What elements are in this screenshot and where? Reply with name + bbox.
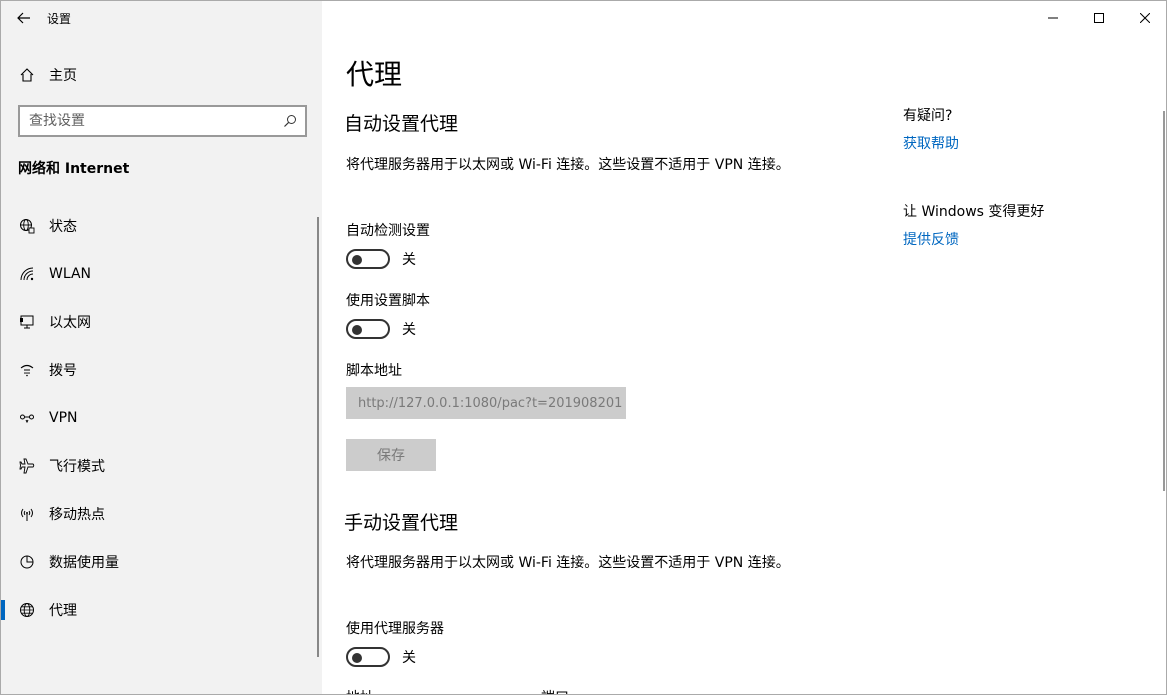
settings-window: 设置 主页 网络和 Internet 状态 [0, 0, 1167, 695]
close-button[interactable] [1122, 1, 1166, 35]
sidebar-item-label: WLAN [49, 266, 92, 282]
globe-icon [1, 602, 49, 618]
search-icon[interactable] [275, 114, 305, 128]
sidebar-item-label: 拨号 [49, 363, 77, 379]
auto-proxy-heading: 自动设置代理 [344, 113, 459, 135]
sidebar-item-airplane[interactable]: 飞行模式 [1, 442, 322, 490]
vpn-icon [1, 410, 49, 426]
toggle-knob [352, 325, 362, 335]
home-label: 主页 [49, 68, 77, 84]
sidebar-nav: 状态 WLAN 以太网 拨号 VPN 飞行模式 移动热点 数据使用量 代理 [1, 202, 322, 634]
minimize-icon [1048, 17, 1058, 19]
question-heading: 有疑问? [903, 108, 953, 124]
sidebar-item-hotspot[interactable]: 移动热点 [1, 490, 322, 538]
ethernet-icon [1, 314, 49, 330]
main-scrollbar[interactable] [1163, 111, 1165, 491]
feedback-heading: 让 Windows 变得更好 [903, 204, 1045, 220]
script-address-input[interactable] [346, 387, 626, 419]
use-proxy-toggle[interactable] [346, 647, 390, 667]
sidebar-scrollbar[interactable] [317, 217, 319, 657]
back-button[interactable] [1, 1, 47, 35]
window-title: 设置 [47, 11, 72, 26]
use-proxy-label: 使用代理服务器 [346, 621, 444, 637]
script-address-label: 脚本地址 [346, 363, 402, 379]
auto-detect-label: 自动检测设置 [346, 223, 430, 239]
sidebar-item-label: 移动热点 [49, 507, 105, 523]
sidebar-item-label: 状态 [49, 219, 77, 235]
sidebar-item-label: 飞行模式 [49, 459, 105, 475]
sidebar-item-wlan[interactable]: WLAN [1, 250, 322, 298]
sidebar-item-proxy[interactable]: 代理 [1, 586, 322, 634]
sidebar-item-label: 代理 [49, 603, 77, 619]
get-help-link[interactable]: 获取帮助 [903, 133, 959, 153]
search-box[interactable] [18, 105, 307, 137]
sidebar-section-title: 网络和 Internet [18, 161, 130, 177]
sidebar: 设置 主页 网络和 Internet 状态 [1, 1, 322, 694]
home-icon [1, 67, 49, 83]
sidebar-item-status[interactable]: 状态 [1, 202, 322, 250]
wifi-icon [1, 266, 49, 282]
minimize-button[interactable] [1030, 1, 1076, 35]
sidebar-item-dialup[interactable]: 拨号 [1, 346, 322, 394]
page-title: 代理 [346, 58, 403, 91]
toggle-state: 关 [402, 322, 416, 338]
address-label: 地址 [346, 687, 374, 694]
use-proxy-row: 关 [346, 647, 416, 667]
auto-detect-row: 关 [346, 249, 416, 269]
auto-detect-toggle[interactable] [346, 249, 390, 269]
auto-proxy-description: 将代理服务器用于以太网或 Wi-Fi 连接。这些设置不适用于 VPN 连接。 [346, 157, 790, 173]
use-script-row: 关 [346, 319, 416, 339]
toggle-state: 关 [402, 252, 416, 268]
toggle-knob [352, 255, 362, 265]
globe-status-icon [1, 218, 49, 234]
toggle-knob [352, 653, 362, 663]
toggle-state: 关 [402, 650, 416, 666]
airplane-icon [1, 458, 49, 474]
give-feedback-link[interactable]: 提供反馈 [903, 229, 959, 249]
title-bar: 设置 [1, 1, 322, 35]
sidebar-item-home[interactable]: 主页 [1, 57, 322, 93]
search-input[interactable] [29, 113, 275, 129]
manual-proxy-description: 将代理服务器用于以太网或 Wi-Fi 连接。这些设置不适用于 VPN 连接。 [346, 555, 790, 571]
data-usage-icon [1, 554, 49, 570]
save-button[interactable]: 保存 [346, 439, 436, 471]
sidebar-item-ethernet[interactable]: 以太网 [1, 298, 322, 346]
main-content: 代理 自动设置代理 将代理服务器用于以太网或 Wi-Fi 连接。这些设置不适用于… [322, 1, 1166, 694]
back-arrow-icon [17, 12, 30, 24]
port-label: 端口 [541, 687, 569, 694]
sidebar-item-label: 数据使用量 [49, 555, 119, 571]
sidebar-item-label: VPN [49, 410, 78, 426]
maximize-icon [1094, 13, 1104, 23]
window-controls [1030, 1, 1166, 35]
close-icon [1140, 13, 1150, 23]
use-script-toggle[interactable] [346, 319, 390, 339]
manual-proxy-heading: 手动设置代理 [344, 512, 459, 534]
sidebar-item-label: 以太网 [49, 315, 91, 331]
hotspot-icon [1, 506, 49, 522]
use-script-label: 使用设置脚本 [346, 293, 430, 309]
maximize-button[interactable] [1076, 1, 1122, 35]
dialup-icon [1, 362, 49, 378]
sidebar-item-vpn[interactable]: VPN [1, 394, 322, 442]
sidebar-item-data-usage[interactable]: 数据使用量 [1, 538, 322, 586]
